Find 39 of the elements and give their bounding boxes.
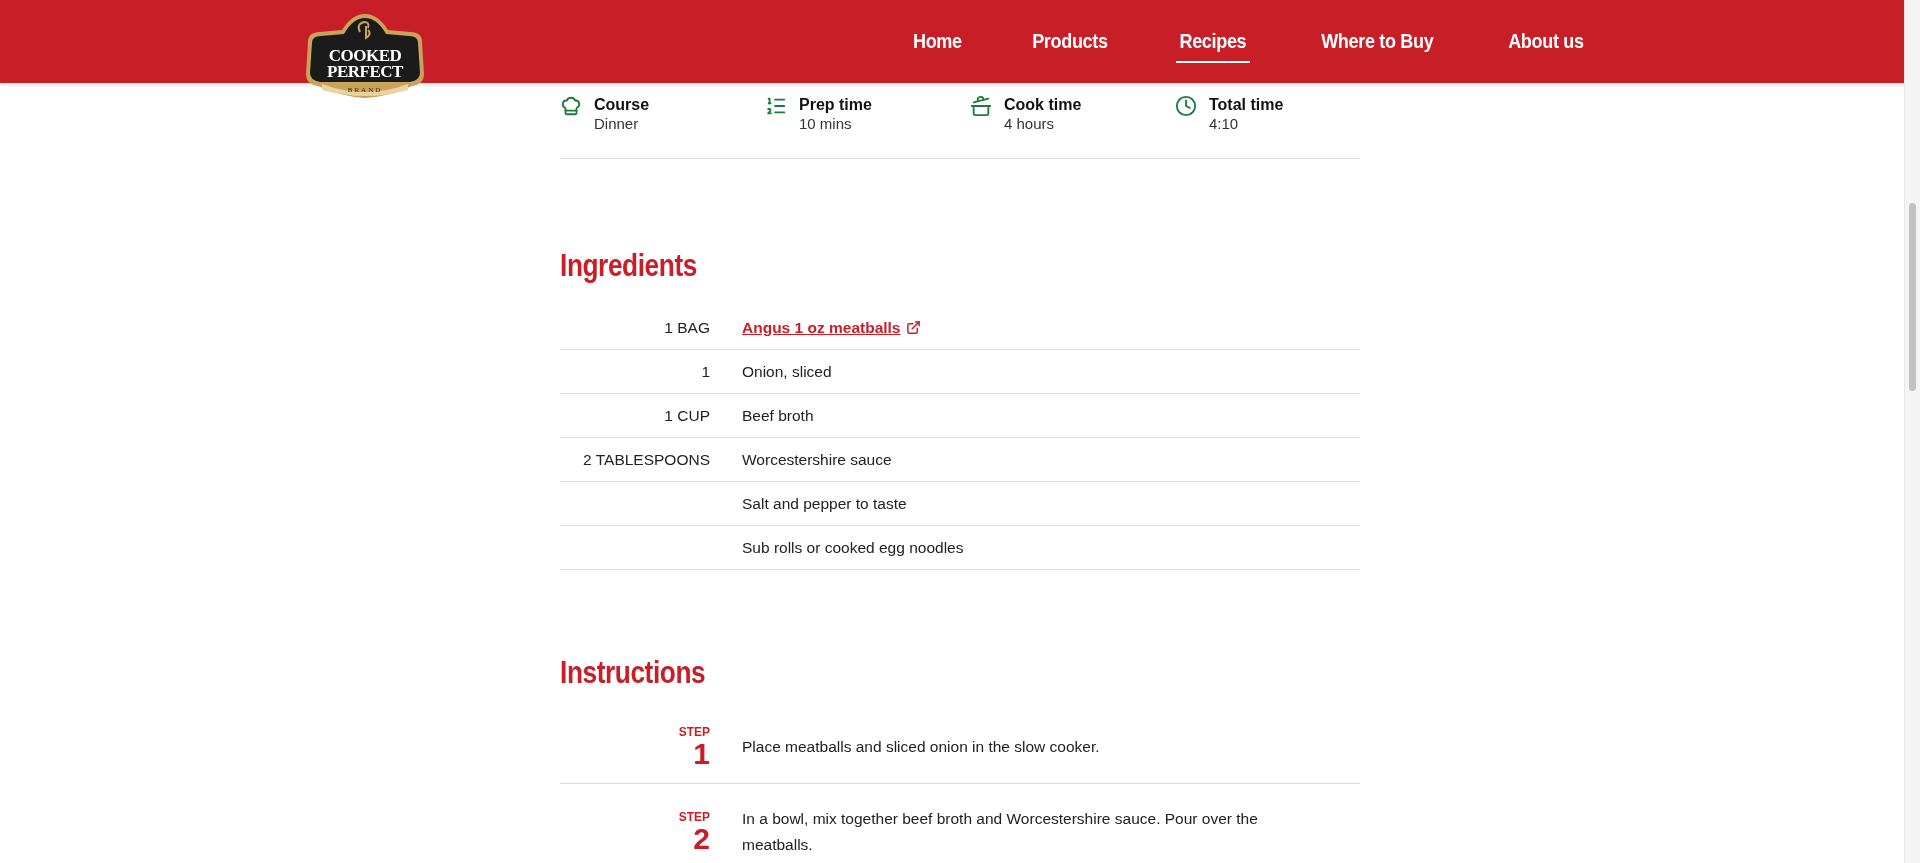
meta-label: Cook time: [1004, 95, 1082, 114]
ingredient-name: Beef broth: [742, 406, 815, 425]
ingredient-link[interactable]: Angus 1 oz meatballs: [742, 318, 901, 337]
ingredient-name: Salt and pepper to taste: [742, 494, 908, 513]
nav-link[interactable]: About us: [1504, 20, 1588, 63]
ingredient-name: Onion, sliced: [742, 362, 833, 381]
ingredient-quantity: 1 BAG: [664, 318, 710, 337]
scrollbar[interactable]: [1904, 0, 1920, 863]
step-number: 2: [693, 824, 710, 854]
meta-label: Total time: [1209, 95, 1284, 114]
brand-name: COOKED: [328, 48, 402, 64]
step-text: Place meatballs and sliced onion in the slow cooker.: [742, 737, 1101, 757]
step-label: STEP: [678, 810, 710, 824]
nav-link[interactable]: Products: [1028, 20, 1112, 63]
ingredient-quantity: 1: [701, 362, 710, 381]
chef-hat-icon: [560, 95, 582, 117]
ingredient-quantity: 1 CUP: [664, 406, 710, 425]
section-heading: Ingredients: [560, 247, 697, 284]
meta-value: 4 hours: [1004, 114, 1056, 134]
step-text: In a bowl, mix together beef broth and Worcestershire sauce. Pour over the meatballs.: [742, 809, 1259, 855]
meta-label: Prep time: [799, 95, 872, 114]
meta-value: 10 mins: [799, 114, 853, 134]
clock-icon: [1175, 95, 1197, 117]
external-link-icon: [906, 320, 922, 335]
nav-link[interactable]: Recipes: [1175, 20, 1250, 63]
meta-value: 4:10: [1209, 114, 1240, 134]
step-number: 1: [693, 739, 710, 769]
cooking-pot-icon: [970, 95, 992, 117]
nav-link[interactable]: Where to Buy: [1317, 20, 1437, 63]
brand-name: PERFECT: [327, 64, 403, 80]
ingredient-quantity: 2 TABLESPOONS: [583, 450, 710, 469]
meta-label: Course: [594, 95, 650, 114]
ingredient-name: Worcestershire sauce: [742, 450, 893, 469]
ingredient-name: Sub rolls or cooked egg noodles: [742, 538, 965, 557]
step-label: STEP: [678, 725, 710, 739]
numbered-list-icon: [765, 95, 787, 117]
nav-link[interactable]: Home: [909, 20, 966, 63]
section-heading: Instructions: [560, 654, 706, 691]
meta-value: Dinner: [594, 114, 640, 134]
